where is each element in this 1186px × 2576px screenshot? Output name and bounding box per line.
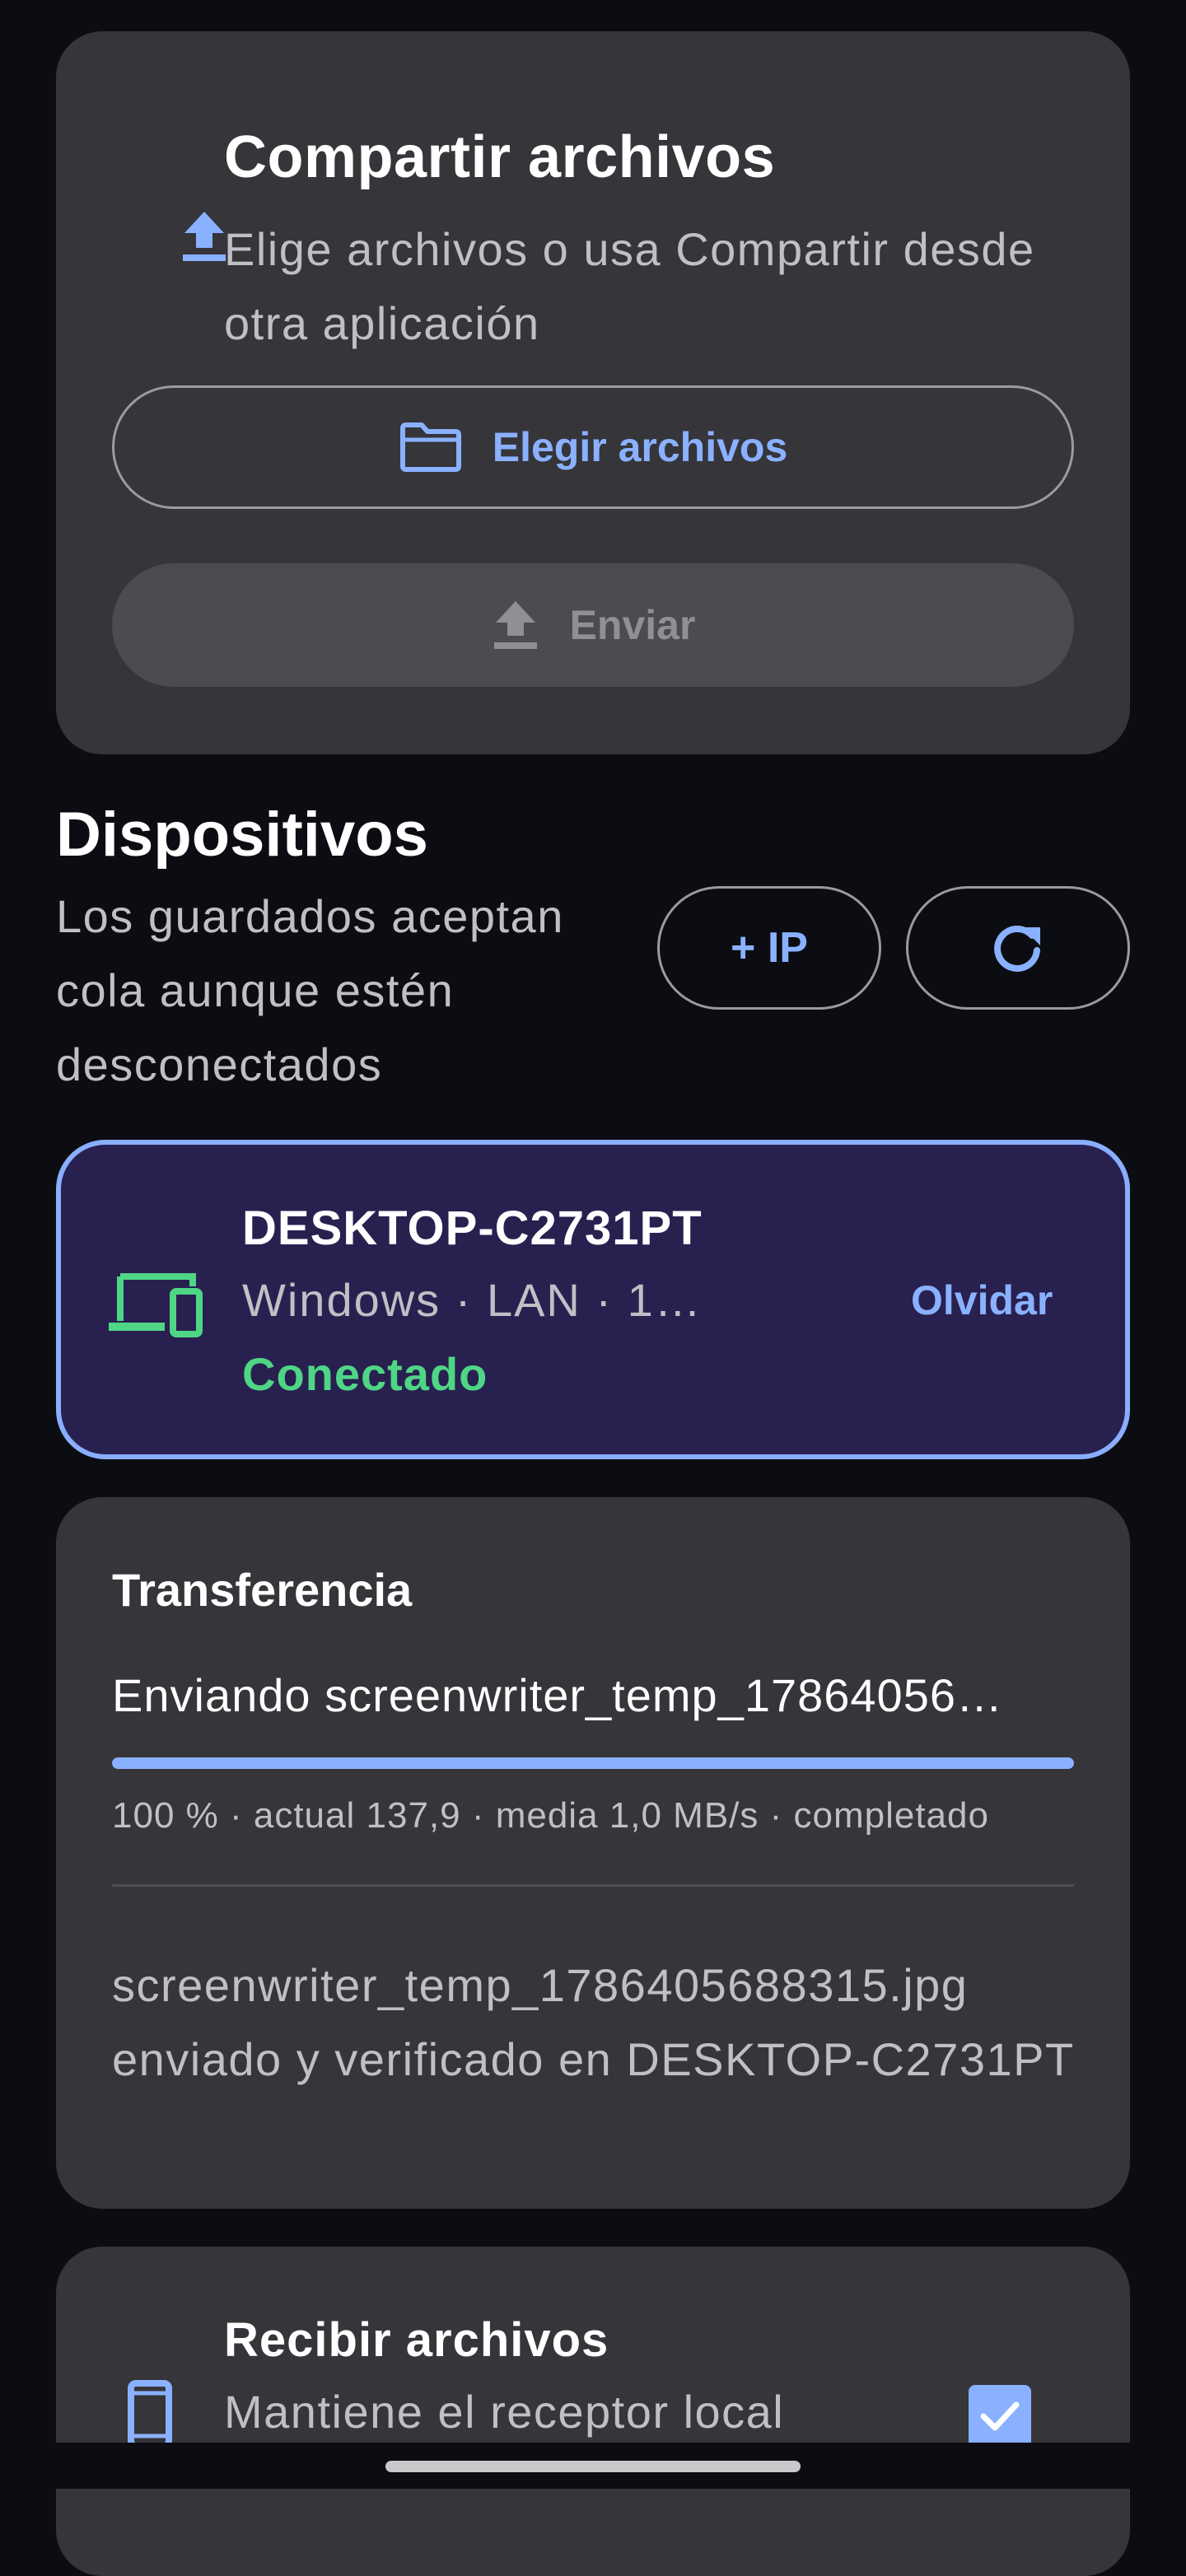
upload-icon [493, 601, 537, 649]
receive-files-card: Recibir archivos Mantiene el receptor lo… [56, 2247, 1130, 2576]
receive-title: Recibir archivos [224, 2313, 609, 2367]
devices-subtitle: Los guardados aceptan cola aunque estén … [56, 890, 564, 1090]
device-status: Conectado [242, 1348, 488, 1400]
receive-subtitle: Mantiene el receptor local [224, 2386, 785, 2438]
refresh-icon [994, 925, 1040, 972]
send-label: Enviar [569, 602, 696, 648]
receive-checkbox[interactable] [969, 2385, 1031, 2448]
phone-icon [128, 2380, 172, 2449]
transfer-result: screenwriter_temp_1786405688315.jpg envi… [112, 1959, 1075, 2085]
transfer-sending-text: Enviando screenwriter_temp_17864056… [112, 1669, 1003, 1721]
devices-icon [109, 1273, 203, 1337]
transfer-card: Transferencia Enviando screenwriter_temp… [56, 1497, 1130, 2209]
share-subtitle: Elige archivos o usa Compartir desde otr… [224, 223, 1035, 349]
transfer-stats: 100 % · actual 137,9 · media 1,0 MB/s · … [112, 1795, 989, 1836]
device-info: Windows · LAN · 192.168… [242, 1274, 703, 1326]
device-name: DESKTOP-C2731PT [242, 1202, 703, 1255]
home-indicator[interactable] [385, 2461, 801, 2472]
share-files-card: Compartir archivos Elige archivos o usa … [56, 31, 1130, 754]
add-ip-button[interactable]: + IP [657, 886, 881, 1010]
folder-icon [399, 422, 461, 472]
refresh-button[interactable] [906, 886, 1130, 1010]
transfer-progress-fill [112, 1757, 1074, 1769]
transfer-title: Transferencia [112, 1564, 413, 1616]
add-ip-label: + IP [731, 924, 808, 972]
upload-icon [183, 212, 226, 261]
check-icon [980, 2401, 1020, 2431]
transfer-progress-bar [112, 1757, 1074, 1769]
forget-device-button[interactable]: Olvidar [911, 1276, 1053, 1324]
send-button[interactable]: Enviar [112, 563, 1074, 687]
share-title: Compartir archivos [224, 124, 776, 190]
choose-files-label: Elegir archivos [492, 424, 788, 470]
device-card[interactable]: DESKTOP-C2731PT Windows · LAN · 192.168…… [56, 1140, 1130, 1459]
devices-title: Dispositivos [56, 800, 428, 870]
choose-files-button[interactable]: Elegir archivos [112, 385, 1074, 509]
divider [112, 1884, 1074, 1887]
